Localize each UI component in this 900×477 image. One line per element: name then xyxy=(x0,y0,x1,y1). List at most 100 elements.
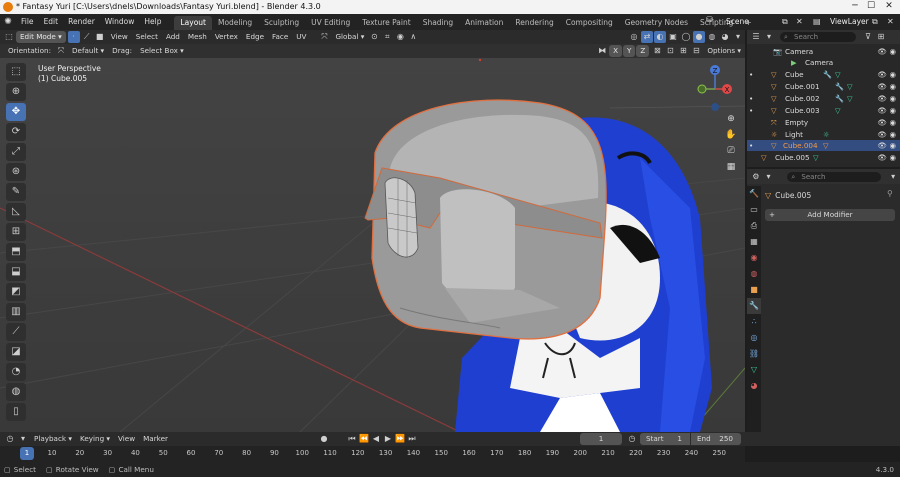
jump-start-icon[interactable]: ⏮ xyxy=(346,433,358,445)
proportional-edit-icon[interactable]: ◉ xyxy=(394,31,406,43)
tab-shading[interactable]: Shading xyxy=(417,16,459,30)
properties-search-input[interactable]: ⌕ Search xyxy=(787,171,882,182)
outliner-row-cube-005[interactable]: ▽ Cube.005 ▽ 👁 ◉ xyxy=(747,152,900,163)
outliner-row-cube-003[interactable]: • ▽ Cube.003 ▽ 👁 ◉ xyxy=(747,105,900,116)
menu-edge[interactable]: Edge xyxy=(242,31,268,43)
jump-keyframe-back-icon[interactable]: ⏪ xyxy=(358,433,370,445)
new-scene-icon[interactable]: ⧉ xyxy=(782,15,788,29)
rendered-shading-icon[interactable]: ◕ xyxy=(719,31,731,43)
properties-options-icon[interactable]: ▾ xyxy=(887,171,899,183)
inset-tool-icon[interactable]: ⬓ xyxy=(6,263,26,281)
object-tab-icon[interactable]: ■ xyxy=(747,282,761,298)
tab-animation[interactable]: Animation xyxy=(459,16,509,30)
blender-menu-icon[interactable]: ✺ xyxy=(0,17,16,27)
annotate-tool-icon[interactable]: ✎ xyxy=(6,183,26,201)
tab-rendering[interactable]: Rendering xyxy=(509,16,559,30)
ortho-grid-icon[interactable]: ▦ xyxy=(723,162,739,178)
options-menu[interactable]: Options ▾ xyxy=(703,45,745,57)
world-tab-icon[interactable]: ◍ xyxy=(747,266,761,282)
display-mode-icon[interactable]: ▾ xyxy=(763,31,775,43)
physics-tab-icon[interactable]: ◎ xyxy=(747,330,761,346)
visibility-eye-icon[interactable]: 👁 ◉ xyxy=(878,93,896,104)
poly-build-tool-icon[interactable]: ◪ xyxy=(6,343,26,361)
edge-slide-tool-icon[interactable]: ▯ xyxy=(6,403,26,421)
camera-view-icon[interactable]: ⎚ xyxy=(723,146,739,162)
tab-geometry-nodes[interactable]: Geometry Nodes xyxy=(619,16,694,30)
filter-icon[interactable]: ⊽ xyxy=(862,31,874,43)
editor-type-icon[interactable]: ⬚ xyxy=(3,31,15,43)
outliner-row-camera-data[interactable]: ▶ Camera xyxy=(747,57,900,68)
overlays-toggle-icon[interactable]: ◐ xyxy=(654,31,666,43)
face-select-icon[interactable]: ■ xyxy=(94,31,106,43)
start-frame-field[interactable]: Start 1 xyxy=(640,433,690,445)
vertex-select-icon[interactable]: · xyxy=(67,31,80,43)
outliner-row-empty[interactable]: ⤧ Empty 👁 ◉ xyxy=(747,117,900,128)
mirror-y-toggle[interactable]: Y xyxy=(623,45,636,57)
move-tool-icon[interactable]: ✥ xyxy=(6,103,26,121)
play-icon[interactable]: ▶ xyxy=(382,433,394,445)
loop-cut-tool-icon[interactable]: ▥ xyxy=(6,303,26,321)
menu-timeline-view[interactable]: View xyxy=(114,433,139,445)
menu-edit[interactable]: Edit xyxy=(39,14,64,30)
menu-file[interactable]: File xyxy=(16,14,39,30)
properties-editor-menu-icon[interactable]: ▾ xyxy=(763,171,775,183)
menu-uv[interactable]: UV xyxy=(292,31,310,43)
mirror-z-toggle[interactable]: Z xyxy=(636,45,650,57)
mirror-icon[interactable]: ⧓ xyxy=(596,45,608,57)
visibility-eye-icon[interactable]: 👁 ◉ xyxy=(878,105,896,116)
new-viewlayer-icon[interactable]: ⧉ xyxy=(872,15,878,29)
mode-select[interactable]: Edit Mode ▾ xyxy=(16,31,66,43)
mirror-x-toggle[interactable]: X xyxy=(609,45,623,57)
output-tab-icon[interactable]: ⎙ xyxy=(747,218,761,234)
select-box-tool-icon[interactable]: ⬚ xyxy=(6,63,26,81)
outliner-row-camera[interactable]: 📷 Camera 👁 ◉ xyxy=(747,46,900,57)
cursor-tool-icon[interactable]: ⊕ xyxy=(6,83,26,101)
menu-face[interactable]: Face xyxy=(268,31,292,43)
zoom-icon[interactable]: ⊕ xyxy=(723,114,739,130)
outliner-editor-icon[interactable]: ☰ xyxy=(750,31,762,43)
extrude-tool-icon[interactable]: ⬒ xyxy=(6,243,26,261)
play-reverse-icon[interactable]: ◀ xyxy=(370,433,382,445)
tab-sculpting[interactable]: Sculpting xyxy=(258,16,305,30)
add-cube-tool-icon[interactable]: ⊞ xyxy=(6,223,26,241)
current-frame-field[interactable]: 1 xyxy=(580,433,622,445)
orientation-select[interactable]: Default ▾ xyxy=(68,45,108,57)
pivot-point-icon[interactable]: ⊙ xyxy=(368,31,380,43)
menu-render[interactable]: Render xyxy=(63,14,100,30)
scene-tab-icon[interactable]: ◉ xyxy=(747,250,761,266)
scale-tool-icon[interactable]: ⤢ xyxy=(6,143,26,161)
smooth-tool-icon[interactable]: ◍ xyxy=(6,383,26,401)
pin-icon[interactable]: ⚲ xyxy=(887,189,893,198)
menu-window[interactable]: Window xyxy=(100,14,140,30)
timeline-scrubber[interactable]: 1 10 20 30 40 50 60 70 80 90 100 110 120 130 140 150 160… xyxy=(0,446,745,462)
visibility-icon[interactable]: ◎ xyxy=(628,31,640,43)
solid-shading-icon[interactable]: ● xyxy=(693,31,705,43)
transform-orientation-select[interactable]: Global ▾ xyxy=(331,31,368,43)
jump-end-icon[interactable]: ⏭ xyxy=(406,433,418,445)
shading-options-icon[interactable]: ▾ xyxy=(732,31,744,43)
material-shading-icon[interactable]: ◍ xyxy=(706,31,718,43)
outliner-row-cube-002[interactable]: • ▽ Cube.002 🔧 ▽ 👁 ◉ xyxy=(747,93,900,104)
view-layer-tab-icon[interactable]: ▦ xyxy=(747,234,761,250)
outliner-row-cube[interactable]: • ▽ Cube 🔧 ▽ 👁 ◉ xyxy=(747,69,900,80)
end-frame-field[interactable]: End 250 xyxy=(691,433,741,445)
navigation-gizmo[interactable]: X Z xyxy=(690,62,740,112)
menu-select[interactable]: Select xyxy=(132,31,162,43)
bevel-tool-icon[interactable]: ◩ xyxy=(6,283,26,301)
render-tab-icon[interactable]: ▭ xyxy=(747,202,761,218)
material-tab-icon[interactable]: ◕ xyxy=(747,378,761,394)
auto-merge-icon[interactable]: ⊠ xyxy=(651,45,663,57)
tab-modeling[interactable]: Modeling xyxy=(212,16,258,30)
3d-viewport[interactable] xyxy=(0,58,745,432)
edge-select-icon[interactable]: ⟋ xyxy=(81,31,93,43)
timeline-editor-menu-icon[interactable]: ▾ xyxy=(17,433,29,445)
clock-icon[interactable]: ◷ xyxy=(626,433,638,445)
new-collection-icon[interactable]: ⊞ xyxy=(875,31,887,43)
transform-tool-icon[interactable]: ⊛ xyxy=(6,163,26,181)
spin-tool-icon[interactable]: ◔ xyxy=(6,363,26,381)
tab-uv-editing[interactable]: UV Editing xyxy=(305,16,356,30)
properties-editor-icon[interactable]: ⚙ xyxy=(750,171,762,183)
visibility-eye-icon[interactable]: 👁 ◉ xyxy=(878,129,896,140)
menu-add[interactable]: Add xyxy=(162,31,184,43)
visibility-eye-icon[interactable]: 👁 ◉ xyxy=(878,81,896,92)
